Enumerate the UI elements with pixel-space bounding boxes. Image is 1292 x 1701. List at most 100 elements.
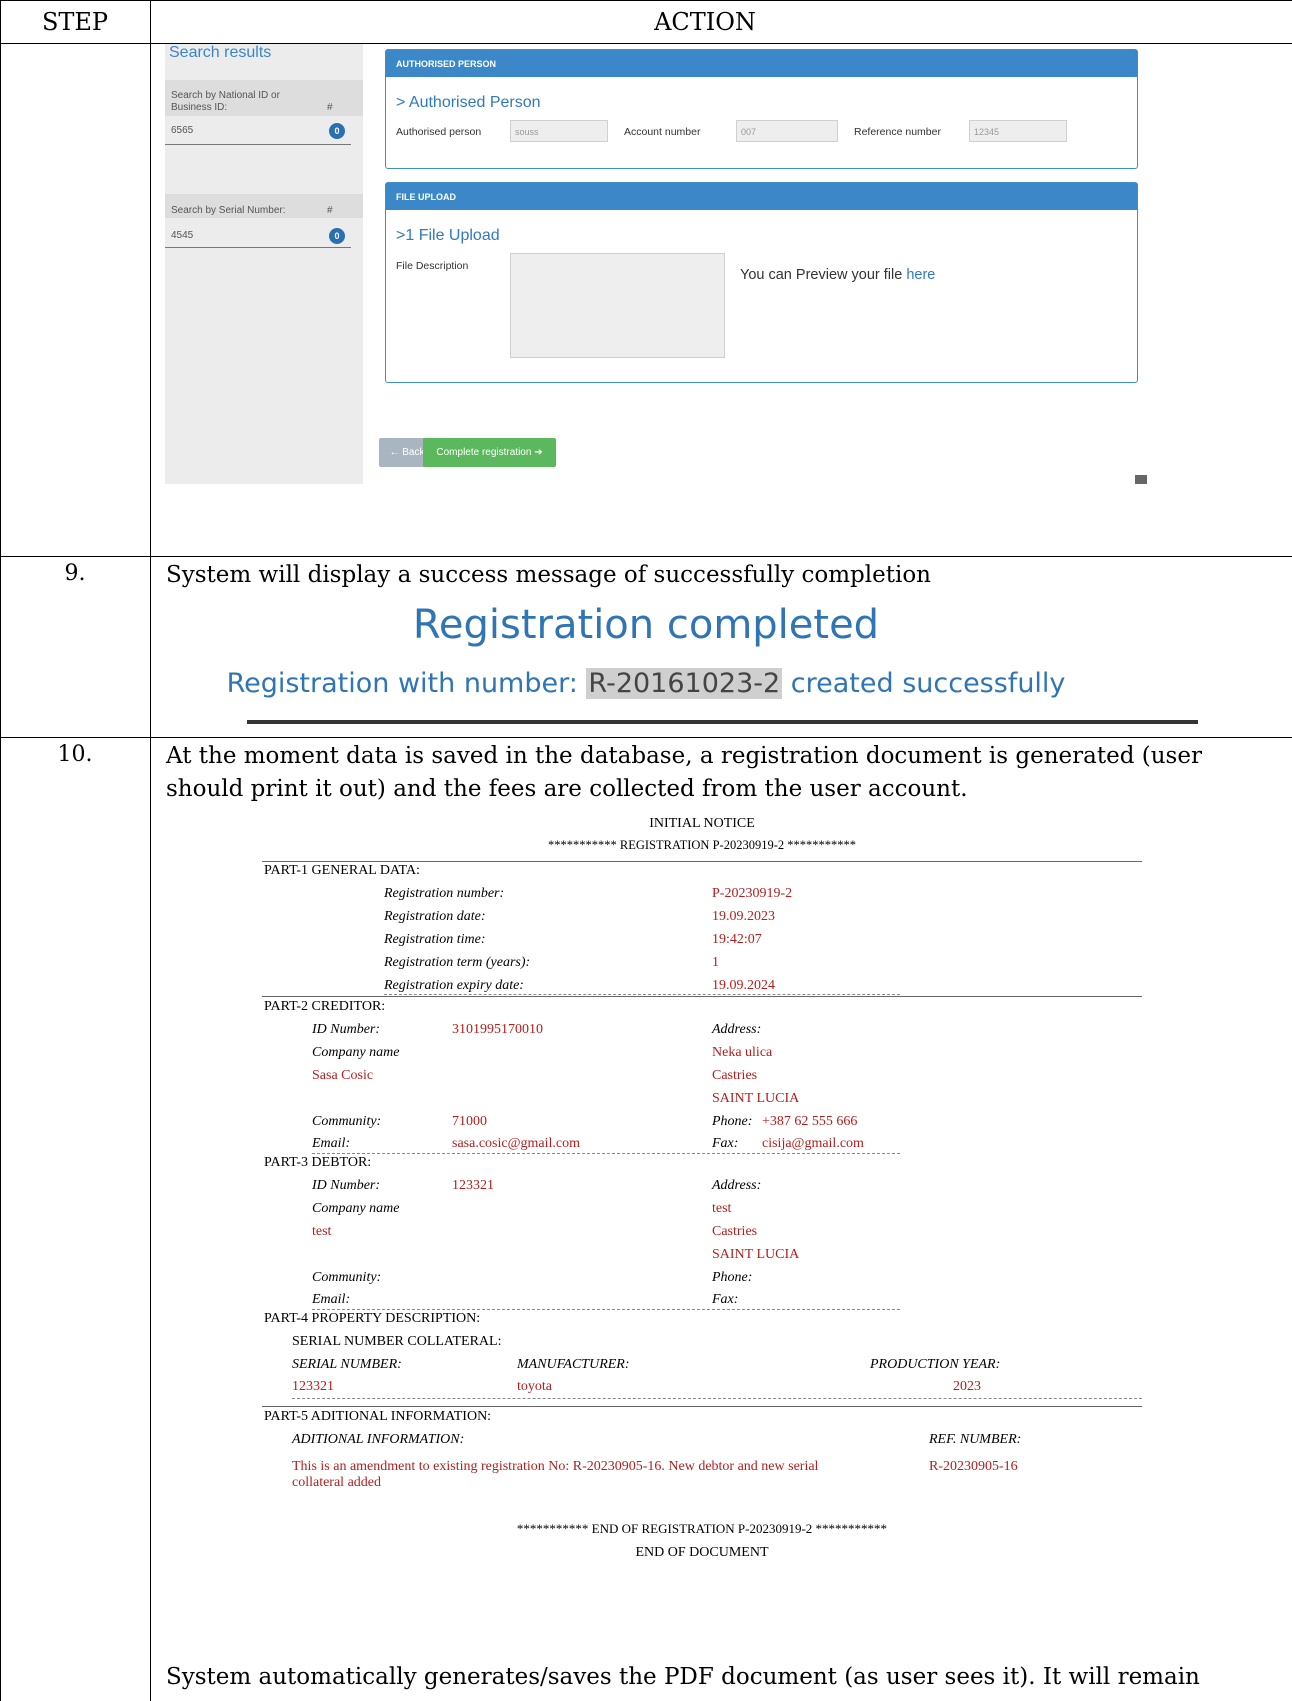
preview-link[interactable]: here bbox=[906, 267, 935, 283]
serial-count-header: # bbox=[327, 205, 333, 216]
authorised-person-title: > Authorised Person bbox=[396, 94, 541, 111]
additional-info-line-1: This is an amendment to existing registr… bbox=[292, 1459, 819, 1474]
account-number-field[interactable]: 007 bbox=[736, 120, 838, 142]
complete-registration-button[interactable]: Complete registration ➔ bbox=[423, 438, 556, 467]
reference-number-field[interactable]: 12345 bbox=[969, 120, 1067, 142]
debtor-company-value: test bbox=[312, 1224, 332, 1239]
part1-value-3: 1 bbox=[712, 955, 719, 970]
part1-value-1: 19.09.2023 bbox=[712, 909, 775, 924]
part4-heading: PART-4 PROPERTY DESCRIPTION: bbox=[264, 1311, 481, 1326]
part1-label-0: Registration number: bbox=[384, 886, 505, 901]
creditor-address-line-2: Castries bbox=[712, 1068, 758, 1083]
authorised-person-field[interactable]: souss bbox=[510, 120, 608, 142]
part3-heading: PART-3 DEBTOR: bbox=[264, 1155, 372, 1170]
pdf-rule bbox=[262, 996, 1142, 997]
file-upload-panel: FILE UPLOAD >1 File Upload File Descript… bbox=[385, 182, 1138, 383]
part1-value-2: 19:42:07 bbox=[712, 932, 762, 947]
creditor-phone-label: Phone: bbox=[712, 1114, 753, 1129]
national-id-label: Search by National ID or Business ID: bbox=[171, 90, 280, 113]
debtor-address-line-3: SAINT LUCIA bbox=[712, 1247, 800, 1262]
authorised-person-header: AUTHORISED PERSON bbox=[386, 50, 1137, 77]
step-column-header: STEP bbox=[41, 8, 109, 36]
debtor-address-line-1: test bbox=[712, 1201, 732, 1216]
preview-message: You can Preview your file here bbox=[740, 267, 935, 283]
registration-number: R-20161023-2 bbox=[586, 668, 783, 699]
step-number-9: 9. bbox=[64, 561, 86, 586]
part1-label-1: Registration date: bbox=[384, 909, 486, 924]
pdf-title: INITIAL NOTICE bbox=[649, 816, 755, 831]
debtor-id-value: 123321 bbox=[452, 1178, 494, 1193]
additional-info-line-2: collateral added bbox=[292, 1475, 382, 1490]
step-9-description: System will display a success message of… bbox=[166, 562, 931, 588]
creditor-community-value: 71000 bbox=[452, 1114, 487, 1129]
pdf-rule bbox=[262, 861, 1142, 862]
part1-label-3: Registration term (years): bbox=[384, 955, 531, 970]
search-sidebar: Search results Search by National ID or … bbox=[165, 44, 363, 484]
table-border-left bbox=[0, 0, 1, 1701]
debtor-phone-label: Phone: bbox=[712, 1270, 753, 1285]
debtor-email-label: Email: bbox=[312, 1292, 351, 1307]
table-row-rule-9 bbox=[0, 737, 1292, 738]
resize-handle-icon[interactable] bbox=[1135, 475, 1147, 484]
sidebar-divider bbox=[165, 144, 351, 145]
national-count-header: # bbox=[327, 102, 333, 113]
registration-pdf: INITIAL NOTICE *********** REGISTRATION … bbox=[262, 816, 1142, 1572]
step-10-footer-text: System automatically generates/saves the… bbox=[166, 1664, 1200, 1690]
debtor-community-label: Community: bbox=[312, 1270, 382, 1285]
pdf-end-document: END OF DOCUMENT bbox=[635, 1545, 769, 1560]
success-suffix: created successfully bbox=[782, 668, 1066, 699]
success-prefix: Registration with number: bbox=[226, 668, 587, 699]
pdf-dash bbox=[312, 1309, 900, 1310]
creditor-company-value: Sasa Cosic bbox=[312, 1068, 374, 1083]
part1-value-0: P-20230919-2 bbox=[712, 886, 793, 901]
authorised-person-label: Authorised person bbox=[396, 126, 482, 138]
account-number-label: Account number bbox=[624, 126, 701, 138]
national-id-value: 6565 bbox=[171, 125, 194, 136]
additional-info-label: ADITIONAL INFORMATION: bbox=[292, 1432, 465, 1447]
pdf-dash bbox=[312, 1153, 900, 1154]
table-row-rule-8 bbox=[0, 556, 1292, 557]
part1-label-4: Registration expiry date: bbox=[384, 978, 524, 993]
production-year-value: 2023 bbox=[953, 1379, 981, 1394]
debtor-company-label: Company name bbox=[312, 1201, 400, 1216]
part1-label-2: Registration time: bbox=[384, 932, 486, 947]
serial-count-badge[interactable]: 0 bbox=[329, 228, 345, 244]
pdf-rule bbox=[262, 1406, 1142, 1407]
pdf-dash bbox=[292, 1398, 1142, 1399]
success-title: Registration completed bbox=[412, 602, 880, 648]
production-year-label: PRODUCTION YEAR: bbox=[870, 1357, 1001, 1372]
creditor-address-line-1: Neka ulica bbox=[712, 1045, 773, 1060]
serial-number-label: Search by Serial Number: bbox=[171, 205, 286, 216]
debtor-fax-label: Fax: bbox=[712, 1292, 739, 1307]
part1-heading: PART-1 GENERAL DATA: bbox=[264, 863, 420, 878]
debtor-id-label: ID Number: bbox=[312, 1178, 381, 1193]
step-number-10: 10. bbox=[57, 742, 93, 767]
action-column-header: ACTION bbox=[654, 8, 756, 36]
preview-text: You can Preview your file bbox=[740, 267, 907, 283]
sidebar-divider bbox=[165, 247, 351, 248]
national-count-badge[interactable]: 0 bbox=[329, 123, 345, 139]
file-upload-header: FILE UPLOAD bbox=[386, 183, 1137, 210]
debtor-address-line-2: Castries bbox=[712, 1224, 758, 1239]
creditor-fax-value: cisija@gmail.com bbox=[762, 1136, 864, 1151]
search-results-title: Search results bbox=[169, 44, 272, 61]
manufacturer-label: MANUFACTURER: bbox=[517, 1357, 630, 1372]
manufacturer-value: toyota bbox=[517, 1379, 552, 1394]
creditor-address-line-3: SAINT LUCIA bbox=[712, 1091, 800, 1106]
file-description-label: File Description bbox=[396, 260, 469, 272]
file-upload-title: >1 File Upload bbox=[396, 227, 500, 244]
creditor-fax-label: Fax: bbox=[712, 1136, 739, 1151]
success-message: Registration with number: R-20161023-2 c… bbox=[0, 668, 1292, 699]
pdf-registration-line: *********** REGISTRATION P-20230919-2 **… bbox=[548, 838, 856, 852]
part1-value-4: 19.09.2024 bbox=[712, 978, 775, 993]
pdf-end-registration: *********** END OF REGISTRATION P-202309… bbox=[516, 1521, 888, 1536]
creditor-phone-value: +387 62 555 666 bbox=[762, 1114, 858, 1129]
pdf-dash bbox=[384, 994, 900, 995]
serial-number-label: SERIAL NUMBER: bbox=[292, 1357, 402, 1372]
creditor-id-label: ID Number: bbox=[312, 1022, 381, 1037]
file-description-field[interactable] bbox=[510, 253, 725, 358]
registration-screenshot: Search results Search by National ID or … bbox=[165, 44, 1147, 484]
serial-number-value: 123321 bbox=[292, 1379, 334, 1394]
success-divider bbox=[247, 720, 1198, 724]
part5-heading: PART-5 ADITIONAL INFORMATION: bbox=[264, 1409, 492, 1424]
